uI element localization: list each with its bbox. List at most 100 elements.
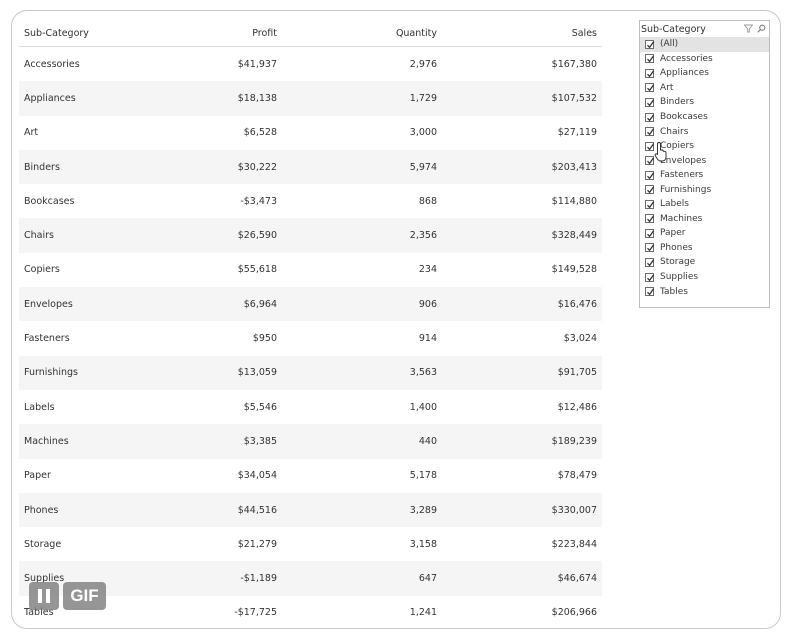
cell-sales: $3,024 bbox=[563, 333, 597, 345]
filter-option-label: Phones bbox=[660, 242, 693, 253]
checkbox-checked-icon[interactable] bbox=[645, 54, 655, 64]
cell-sub-category: Storage bbox=[24, 538, 62, 550]
filter-option-tables[interactable]: Tables bbox=[640, 284, 769, 299]
table-row[interactable]: Machines $3,385 440 $189,239 bbox=[19, 424, 602, 459]
filter-option-binders[interactable]: Binders bbox=[640, 95, 769, 110]
cell-sales: $203,413 bbox=[551, 161, 597, 173]
filter-option-all[interactable]: (All) bbox=[640, 37, 769, 52]
cell-sales: $91,705 bbox=[557, 367, 597, 379]
filter-option-chairs[interactable]: Chairs bbox=[640, 124, 769, 139]
checkbox-checked-icon[interactable] bbox=[645, 243, 655, 253]
cell-sales: $223,844 bbox=[551, 538, 597, 550]
cell-profit: $30,222 bbox=[237, 161, 277, 173]
pause-button[interactable] bbox=[29, 582, 59, 610]
checkbox-checked-icon[interactable] bbox=[645, 185, 655, 195]
cell-quantity: 914 bbox=[418, 333, 437, 345]
filter-option-bookcases[interactable]: Bookcases bbox=[640, 110, 769, 125]
cell-sales: $328,449 bbox=[551, 230, 597, 242]
checkbox-checked-icon[interactable] bbox=[645, 257, 655, 267]
cell-quantity: 3,000 bbox=[409, 127, 437, 139]
checkbox-checked-icon[interactable] bbox=[645, 97, 655, 107]
filter-option-accessories[interactable]: Accessories bbox=[640, 52, 769, 67]
checkbox-checked-icon[interactable] bbox=[645, 83, 655, 93]
cell-sub-category: Machines bbox=[24, 435, 69, 447]
checkbox-checked-icon[interactable] bbox=[645, 127, 655, 137]
filter-option-label: Chairs bbox=[660, 126, 689, 137]
filter-option-label: Accessories bbox=[660, 53, 713, 64]
gif-button[interactable]: GIF bbox=[63, 582, 106, 610]
cell-profit: $41,937 bbox=[237, 58, 277, 70]
table-row[interactable]: Accessories $41,937 2,976 $167,380 bbox=[19, 47, 602, 81]
table-row[interactable]: Furnishings $13,059 3,563 $91,705 bbox=[19, 355, 602, 390]
filter-option-paper[interactable]: Paper bbox=[640, 226, 769, 241]
checkbox-checked-icon[interactable] bbox=[645, 199, 655, 209]
cell-quantity: 906 bbox=[418, 298, 437, 310]
filter-options: (All) Accessories Appliances Art Binders Book… bbox=[640, 37, 769, 299]
cell-sales: $78,479 bbox=[557, 470, 597, 482]
cell-quantity: 647 bbox=[418, 573, 437, 585]
checkbox-checked-icon[interactable] bbox=[645, 112, 655, 122]
filter-option-phones[interactable]: Phones bbox=[640, 241, 769, 256]
checkbox-checked-icon[interactable] bbox=[645, 214, 655, 224]
filter-option-fasteners[interactable]: Fasteners bbox=[640, 168, 769, 183]
checkbox-checked-icon[interactable] bbox=[645, 156, 655, 166]
cell-quantity: 3,158 bbox=[409, 538, 437, 550]
header-sub-category[interactable]: Sub-Category bbox=[19, 28, 199, 39]
filter-option-labels[interactable]: Labels bbox=[640, 197, 769, 212]
table-row[interactable]: Labels $5,546 1,400 $12,486 bbox=[19, 390, 602, 424]
header-sales[interactable]: Sales bbox=[437, 28, 597, 39]
cell-sub-category: Phones bbox=[24, 504, 59, 516]
header-profit[interactable]: Profit bbox=[199, 28, 277, 39]
cell-quantity: 1,400 bbox=[409, 401, 437, 413]
filter-icon[interactable] bbox=[743, 24, 753, 34]
filter-option-label: Art bbox=[660, 82, 674, 93]
filter-title: Sub-Category bbox=[641, 23, 706, 35]
cell-quantity: 5,974 bbox=[409, 161, 437, 173]
table-row[interactable]: Bookcases -$3,473 868 $114,880 bbox=[19, 184, 602, 218]
table-row[interactable]: Tables -$17,725 1,241 $206,966 bbox=[19, 596, 602, 628]
checkbox-checked-icon[interactable] bbox=[645, 141, 655, 151]
table-row[interactable]: Fasteners $950 914 $3,024 bbox=[19, 321, 602, 355]
filter-option-label: (All) bbox=[660, 39, 679, 50]
checkbox-checked-icon[interactable] bbox=[645, 39, 655, 49]
checkbox-checked-icon[interactable] bbox=[645, 68, 655, 78]
cell-sales: $189,239 bbox=[551, 435, 597, 447]
cell-sales: $206,966 bbox=[551, 607, 597, 619]
table-row[interactable]: Envelopes $6,964 906 $16,476 bbox=[19, 287, 602, 322]
checkbox-checked-icon[interactable] bbox=[645, 272, 655, 282]
table-row[interactable]: Chairs $26,590 2,356 $328,449 bbox=[19, 218, 602, 253]
table-row[interactable]: Art $6,528 3,000 $27,119 bbox=[19, 116, 602, 150]
filter-option-furnishings[interactable]: Furnishings bbox=[640, 182, 769, 197]
cell-profit: $950 bbox=[252, 333, 277, 345]
table-row[interactable]: Appliances $18,138 1,729 $107,532 bbox=[19, 81, 602, 116]
table-row[interactable]: Phones $44,516 3,289 $330,007 bbox=[19, 492, 602, 528]
filter-option-storage[interactable]: Storage bbox=[640, 255, 769, 270]
filter-option-machines[interactable]: Machines bbox=[640, 212, 769, 227]
cell-sub-category: Paper bbox=[24, 470, 51, 482]
table-row[interactable]: Storage $21,279 3,158 $223,844 bbox=[19, 527, 602, 561]
cell-sales: $27,119 bbox=[557, 127, 597, 139]
search-icon[interactable] bbox=[756, 24, 766, 34]
cell-sales: $114,880 bbox=[551, 195, 597, 207]
table-row[interactable]: Paper $34,054 5,178 $78,479 bbox=[19, 459, 602, 493]
table-row[interactable]: Copiers $55,618 234 $149,528 bbox=[19, 253, 602, 287]
table-row[interactable]: Supplies -$1,189 647 $46,674 bbox=[19, 561, 602, 596]
filter-option-appliances[interactable]: Appliances bbox=[640, 66, 769, 81]
checkbox-checked-icon[interactable] bbox=[645, 170, 655, 180]
cell-profit: $6,528 bbox=[243, 127, 277, 139]
cell-sub-category: Envelopes bbox=[24, 298, 73, 310]
cell-quantity: 1,729 bbox=[409, 92, 437, 104]
checkbox-checked-icon[interactable] bbox=[645, 228, 655, 238]
filter-option-label: Supplies bbox=[660, 272, 699, 283]
filter-option-art[interactable]: Art bbox=[640, 81, 769, 96]
header-quantity[interactable]: Quantity bbox=[277, 28, 437, 39]
cell-sales: $167,380 bbox=[551, 58, 597, 70]
checkbox-checked-icon[interactable] bbox=[645, 287, 655, 297]
pause-icon bbox=[36, 589, 52, 603]
cell-quantity: 2,976 bbox=[409, 58, 437, 70]
filter-option-label: Appliances bbox=[660, 68, 709, 79]
cell-sub-category: Furnishings bbox=[24, 367, 78, 379]
filter-option-supplies[interactable]: Supplies bbox=[640, 270, 769, 285]
table-row[interactable]: Binders $30,222 5,974 $203,413 bbox=[19, 149, 602, 185]
cell-sub-category: Art bbox=[24, 127, 39, 139]
